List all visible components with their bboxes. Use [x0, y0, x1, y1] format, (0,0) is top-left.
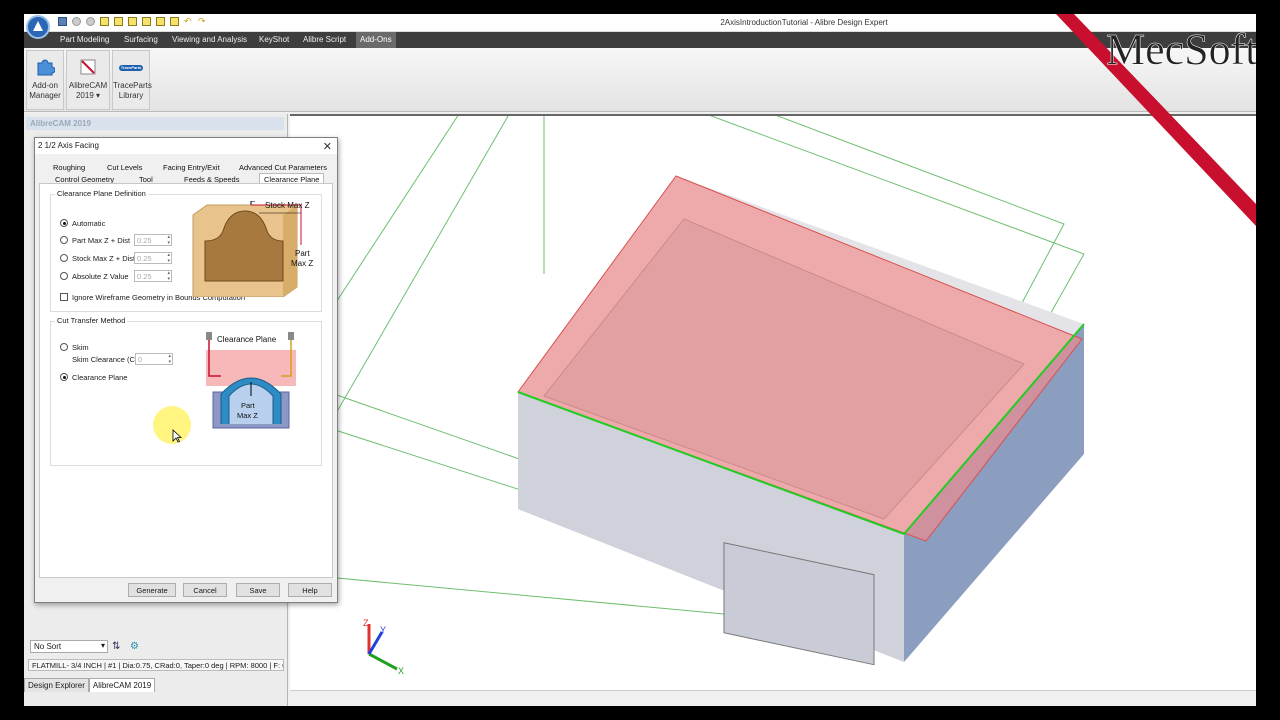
panel-tabs: Design Explorer AlibreCAM 2019 [24, 678, 156, 692]
undo-icon[interactable]: ↶ [184, 17, 193, 26]
addon-manager-line2: Manager [29, 91, 61, 100]
tab-alibre-script[interactable]: Alibre Script [303, 35, 346, 44]
tab-advanced-cut-parameters[interactable]: Advanced Cut Parameters [239, 163, 327, 172]
traceparts-button[interactable]: TraceParts TraceParts Library [112, 50, 152, 110]
radio-label: Stock Max Z + Dist [72, 254, 136, 263]
clearance-plane-label: Clearance Plane [217, 335, 277, 344]
addon-manager-line1: Add-on [32, 81, 58, 90]
radio-automatic[interactable] [60, 219, 68, 227]
ignore-wireframe-checkbox[interactable] [60, 293, 68, 301]
app-window: ↶ ↷ 2AxisIntroductionTutorial - Alibre D… [24, 14, 1256, 706]
box-icon[interactable] [142, 17, 151, 26]
clearance-plane-definition-group: Clearance Plane Definition Automatic Par… [50, 189, 322, 312]
bottom-status-bar [290, 690, 1256, 706]
close-icon[interactable]: ✕ [323, 140, 332, 153]
skim-clearance-input[interactable]: 0 [135, 353, 173, 365]
alibrecam-line1: AlibreCAM [68, 81, 108, 90]
part-max-z-dist-input[interactable]: 0.25 [134, 234, 172, 246]
tab-facing-entry-exit[interactable]: Facing Entry/Exit [163, 163, 220, 172]
tab-alibrecam[interactable]: AlibreCAM 2019 [88, 678, 156, 692]
cut-transfer-method-group: Cut Transfer Method Skim Skim Clearance … [50, 316, 322, 466]
sort-select[interactable]: No Sort ▾ [30, 640, 108, 653]
box-icon[interactable] [100, 17, 109, 26]
mecsoft-watermark: MecSoft [1056, 14, 1256, 226]
chevron-down-icon: ▾ [100, 641, 105, 650]
circle-icon[interactable] [72, 17, 81, 26]
puzzle-icon [37, 59, 55, 76]
group-label: Clearance Plane Definition [55, 189, 148, 198]
part-label: Part [241, 401, 256, 410]
app-logo-icon[interactable] [26, 15, 50, 39]
part-label: Part [295, 249, 310, 258]
radio-skim[interactable] [60, 343, 68, 351]
group-label: Cut Transfer Method [55, 316, 128, 325]
window-title: 2AxisIntroductionTutorial - Alibre Desig… [720, 18, 888, 27]
stock-diagram: Stock Max Z Part Max Z [192, 201, 313, 297]
axis-y-label: Y [380, 625, 386, 635]
tab-surfacing[interactable]: Surfacing [124, 35, 158, 44]
clearance-plane-page: Clearance Plane Definition Automatic Par… [39, 183, 333, 578]
radio-label: Absolute Z Value [72, 272, 129, 281]
axis-z-label: Z [363, 618, 369, 628]
cancel-button[interactable]: Cancel [183, 583, 227, 597]
circle-icon[interactable] [86, 17, 95, 26]
radio-label: Part Max Z + Dist [72, 236, 131, 245]
tab-roughing[interactable]: Roughing [53, 163, 85, 172]
radio-label: Skim [72, 343, 89, 352]
tab-keyshot[interactable]: KeyShot [259, 35, 289, 44]
sort-value: No Sort [34, 642, 62, 651]
save-button[interactable]: Save [236, 583, 280, 597]
radio-stock-max-z[interactable] [60, 254, 68, 262]
tab-add-ons[interactable]: Add-Ons [356, 32, 396, 48]
panel-header: AlibreCAM 2019 [26, 117, 284, 130]
radio-absolute-z[interactable] [60, 272, 68, 280]
addon-manager-button[interactable]: Add-on Manager [26, 50, 64, 110]
radio-clearance-plane[interactable] [60, 373, 68, 381]
save-icon[interactable] [58, 17, 67, 26]
sort-order-icon[interactable]: ⇅ [112, 641, 120, 652]
tool-status: FLATMILL- 3/4 INCH | #1 | Dia:0.75, CRad… [28, 659, 284, 671]
axis-x-label: X [398, 666, 404, 676]
dialog-title: 2 1/2 Axis Facing [35, 138, 337, 154]
quick-access-toolbar: ↶ ↷ [58, 17, 207, 26]
redo-icon[interactable]: ↷ [198, 17, 207, 26]
stock-max-z-label: Stock Max Z [265, 201, 310, 210]
absolute-z-value-input[interactable]: 0.25 [134, 270, 172, 282]
max-z-label: Max Z [237, 411, 258, 420]
radio-part-max-z[interactable] [60, 236, 68, 244]
traceparts-logo: TraceParts [119, 65, 143, 71]
radio-label: Automatic [72, 219, 106, 228]
tab-viewing-analysis[interactable]: Viewing and Analysis [172, 35, 247, 44]
stock-max-z-dist-input[interactable]: 0.25 [134, 252, 172, 264]
box-icon[interactable] [114, 17, 123, 26]
box-icon[interactable] [128, 17, 137, 26]
tab-design-explorer[interactable]: Design Explorer [24, 678, 89, 692]
radio-label: Clearance Plane [72, 373, 128, 382]
generate-button[interactable]: Generate [128, 583, 176, 597]
axis-facing-dialog: 2 1/2 Axis Facing ✕ Roughing Cut Levels … [34, 137, 338, 603]
tab-cut-levels[interactable]: Cut Levels [107, 163, 142, 172]
traceparts-line1: TraceParts [113, 81, 152, 90]
alibrecam-icon [80, 59, 96, 75]
help-button[interactable]: Help [288, 583, 332, 597]
max-z-label: Max Z [291, 259, 313, 268]
alibrecam-line2: 2019 ▾ [75, 91, 101, 100]
mouse-pointer-icon [172, 429, 182, 443]
tree-icon[interactable]: ⚙ [130, 641, 139, 652]
watermark-text: MecSoft [1106, 25, 1256, 74]
axis-triad: Z Y X [363, 618, 404, 676]
alibrecam-button[interactable]: AlibreCAM 2019 ▾ [66, 50, 110, 110]
tab-part-modeling[interactable]: Part Modeling [60, 35, 109, 44]
box-icon[interactable] [170, 17, 179, 26]
skim-clearance-label: Skim Clearance (C) [72, 355, 138, 364]
traceparts-line2: Library [118, 91, 144, 100]
box-icon[interactable] [156, 17, 165, 26]
clearance-plane-diagram: Clearance Plane Part Max Z [206, 332, 296, 429]
